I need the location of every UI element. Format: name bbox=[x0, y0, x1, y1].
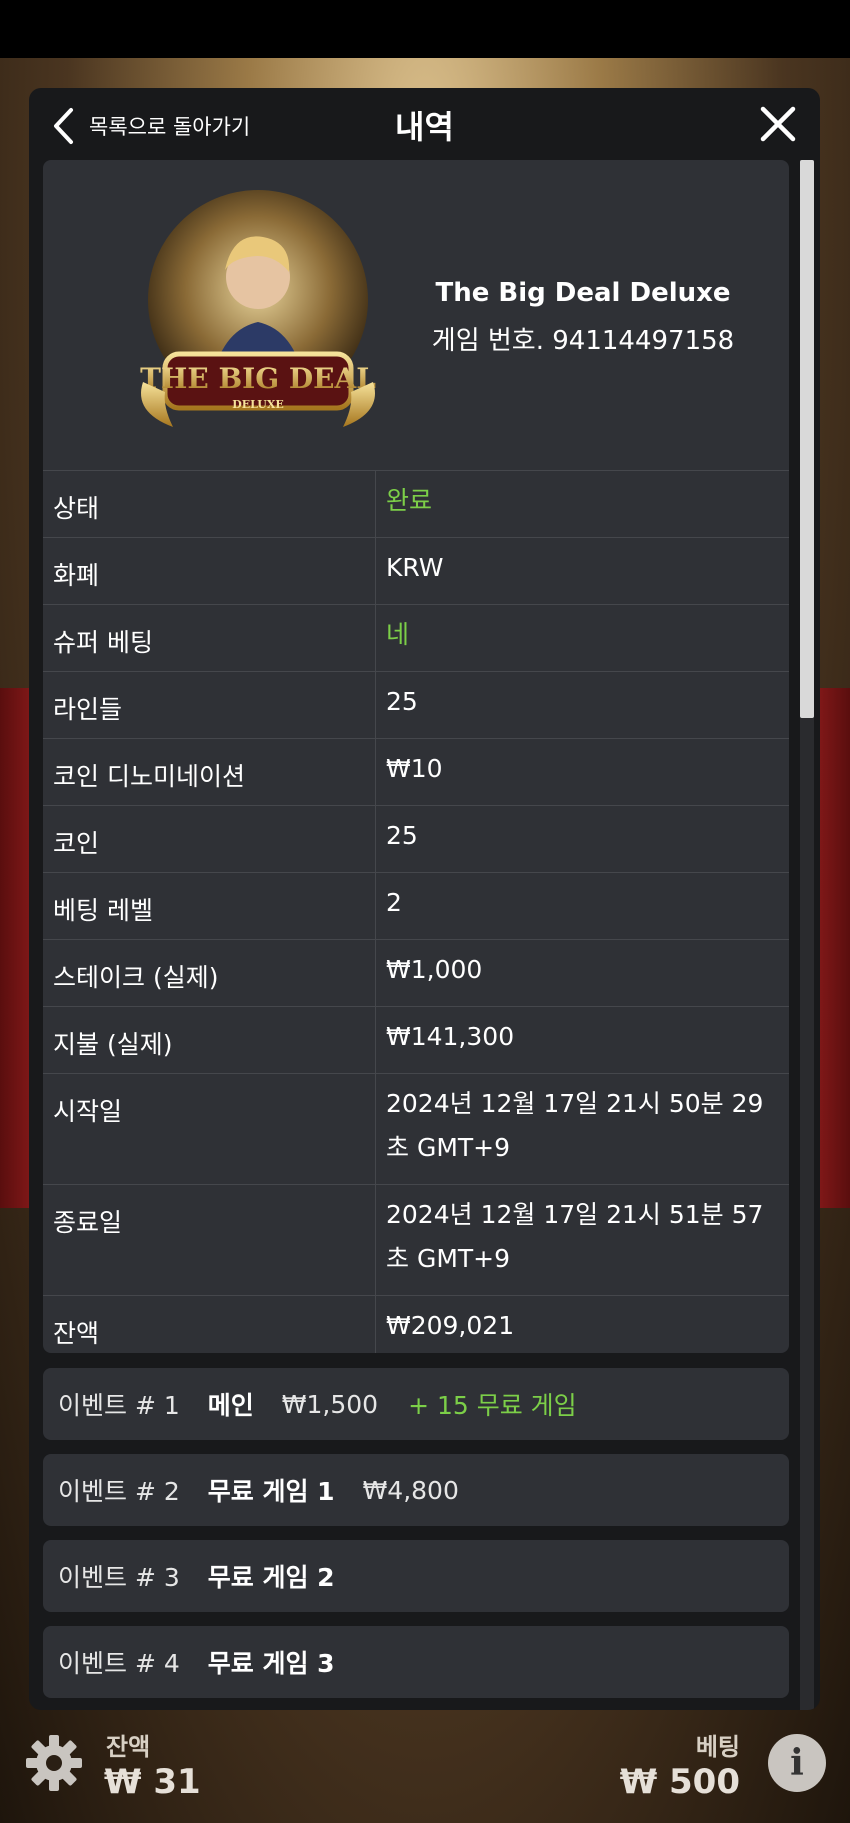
detail-value: 2024년 12월 17일 21시 51분 57초 GMT+9 bbox=[375, 1184, 789, 1296]
detail-key: 라인들 bbox=[43, 671, 376, 739]
event-item[interactable]: 이벤트 # 2 무료 게임 1 ₩4,800 bbox=[43, 1454, 789, 1526]
detail-value: ₩1,000 bbox=[375, 939, 789, 1007]
detail-row: 잔액 ₩209,021 bbox=[43, 1295, 789, 1353]
detail-row: 시작일 2024년 12월 17일 21시 50분 29초 GMT+9 bbox=[43, 1073, 789, 1185]
detail-key: 코인 bbox=[43, 805, 376, 873]
game-name: The Big Deal Deluxe bbox=[435, 278, 731, 308]
detail-row: 코인 디노미네이션 ₩10 bbox=[43, 738, 789, 806]
history-scroll-area[interactable]: THE BIG DEAL DELUXE The Big Deal Deluxe … bbox=[43, 160, 819, 1710]
detail-key: 코인 디노미네이션 bbox=[43, 738, 376, 806]
event-number: 이벤트 # 3 bbox=[58, 1563, 180, 1592]
detail-row: 코인 25 bbox=[43, 805, 789, 873]
round-details-card: THE BIG DEAL DELUXE The Big Deal Deluxe … bbox=[43, 160, 789, 1353]
game-logo-image: THE BIG DEAL DELUXE bbox=[140, 190, 376, 427]
event-type: 메인 bbox=[207, 1391, 254, 1420]
event-number: 이벤트 # 2 bbox=[58, 1477, 180, 1506]
detail-key: 상태 bbox=[43, 470, 376, 538]
gear-icon[interactable] bbox=[24, 1733, 84, 1793]
detail-value: 25 bbox=[375, 671, 789, 739]
detail-value: 25 bbox=[375, 805, 789, 873]
detail-value: 완료 bbox=[375, 470, 789, 538]
balance-value: ₩ 31 bbox=[104, 1762, 201, 1802]
detail-row: 베팅 레벨 2 bbox=[43, 872, 789, 940]
event-amount: ₩4,800 bbox=[362, 1475, 459, 1505]
detail-row: 상태 완료 bbox=[43, 470, 789, 538]
bet-value: ₩ 500 bbox=[619, 1762, 740, 1802]
event-item[interactable]: 이벤트 # 1 메인 ₩1,500 + 15 무료 게임 bbox=[43, 1368, 789, 1440]
event-amount: ₩1,500 bbox=[281, 1389, 379, 1419]
detail-row: 종료일 2024년 12월 17일 21시 51분 57초 GMT+9 bbox=[43, 1184, 789, 1296]
detail-row: 스테이크 (실제) ₩1,000 bbox=[43, 939, 789, 1007]
modal-title: 내역 bbox=[395, 108, 454, 146]
detail-row: 라인들 25 bbox=[43, 671, 789, 739]
detail-value: 네 bbox=[375, 604, 789, 672]
info-button[interactable]: i bbox=[768, 1734, 826, 1792]
detail-row: 지불 (실제) ₩141,300 bbox=[43, 1006, 789, 1074]
detail-key: 베팅 레벨 bbox=[43, 872, 376, 940]
scrollbar-thumb[interactable] bbox=[800, 160, 814, 718]
bet-label: 베팅 bbox=[695, 1733, 740, 1761]
event-item[interactable]: 이벤트 # 4 무료 게임 3 bbox=[43, 1626, 789, 1698]
game-number: 게임 번호. 94114497158 bbox=[431, 326, 735, 356]
detail-value: ₩141,300 bbox=[375, 1006, 789, 1074]
event-type: 무료 게임 2 bbox=[207, 1563, 335, 1592]
detail-value: KRW bbox=[375, 537, 789, 605]
game-logo-title: THE BIG DEAL bbox=[140, 362, 376, 395]
detail-key: 화폐 bbox=[43, 537, 376, 605]
event-number: 이벤트 # 4 bbox=[58, 1649, 180, 1678]
history-modal: 목록으로 돌아가기 내역 THE BIG DEAL DELUXE The Big… bbox=[29, 88, 820, 1710]
game-header: THE BIG DEAL DELUXE The Big Deal Deluxe … bbox=[43, 160, 789, 470]
detail-key: 스테이크 (실제) bbox=[43, 939, 376, 1007]
detail-row: 슈퍼 베팅 네 bbox=[43, 604, 789, 672]
detail-value: ₩209,021 bbox=[375, 1295, 789, 1353]
detail-value: 2 bbox=[375, 872, 789, 940]
status-bar bbox=[0, 0, 850, 58]
event-item[interactable]: 이벤트 # 3 무료 게임 2 bbox=[43, 1540, 789, 1612]
detail-key: 슈퍼 베팅 bbox=[43, 604, 376, 672]
event-bonus: + 15 무료 게임 bbox=[408, 1391, 577, 1420]
detail-value: 2024년 12월 17일 21시 50분 29초 GMT+9 bbox=[375, 1073, 789, 1185]
close-button[interactable] bbox=[758, 104, 798, 144]
detail-key: 잔액 bbox=[43, 1295, 376, 1353]
detail-key: 종료일 bbox=[43, 1184, 376, 1296]
detail-key: 시작일 bbox=[43, 1073, 376, 1185]
event-type: 무료 게임 3 bbox=[207, 1649, 335, 1678]
balance-label: 잔액 bbox=[106, 1733, 151, 1761]
round-details-table: 상태 완료 화폐 KRW 슈퍼 베팅 네 라인들 25 코인 디노미네이션 ₩10 코인 25 베팅 레… bbox=[43, 470, 789, 1353]
modal-header: 목록으로 돌아가기 내역 bbox=[29, 88, 820, 160]
detail-row: 화폐 KRW bbox=[43, 537, 789, 605]
detail-key: 지불 (실제) bbox=[43, 1006, 376, 1074]
close-icon bbox=[760, 106, 796, 142]
event-number: 이벤트 # 1 bbox=[58, 1391, 180, 1420]
detail-value: ₩10 bbox=[375, 738, 789, 806]
info-icon: i bbox=[790, 1742, 804, 1784]
game-logo-subtitle: DELUXE bbox=[232, 398, 284, 411]
event-type: 무료 게임 1 bbox=[207, 1477, 335, 1506]
